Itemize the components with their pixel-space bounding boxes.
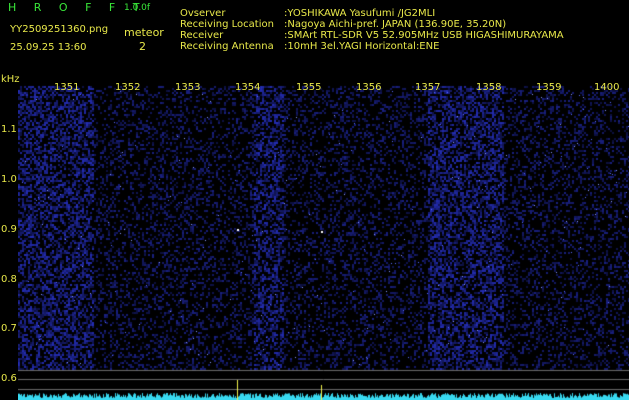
y-tick-label: 0.9 xyxy=(1,224,17,235)
x-tick-label: 1352 xyxy=(115,82,141,93)
x-tick-label: 1355 xyxy=(296,82,322,93)
x-tick-label: 1351 xyxy=(54,82,80,93)
x-tick-label: 1357 xyxy=(415,82,441,93)
file-datetime: 25.09.25 13:60 xyxy=(10,42,87,53)
meteor-count: 2 xyxy=(139,40,146,53)
y-tick-label: 1.1 xyxy=(1,124,17,135)
location-label: Receiving Location xyxy=(180,19,274,30)
info-values: :YOSHIKAWA Yasufumi /JG2MLI :Nagoya Aich… xyxy=(284,8,564,52)
x-tick-label: 1358 xyxy=(476,82,502,93)
antenna-value: :10mH 3el.YAGI Horizontal:ENE xyxy=(284,41,440,52)
x-tick-label: 1353 xyxy=(175,82,201,93)
x-tick-label: 1354 xyxy=(235,82,261,93)
x-tick-label: 1356 xyxy=(356,82,382,93)
file-name: YY2509251360.png xyxy=(10,24,109,35)
observer-label: Ovserver xyxy=(180,8,226,19)
receiver-label: Receiver xyxy=(180,30,224,41)
y-tick-label: 1.0 xyxy=(1,174,17,185)
x-tick-label: 1400 xyxy=(594,82,620,93)
info-labels: Ovserver Receiving Location Receiver Rec… xyxy=(180,8,274,52)
observer-value: :YOSHIKAWA Yasufumi /JG2MLI xyxy=(284,8,436,19)
y-axis-unit: kHz xyxy=(1,74,20,85)
antenna-label: Receiving Antenna xyxy=(180,41,274,52)
app-version: 1.0.0f xyxy=(124,3,151,13)
receiver-value: :SMArt RTL-SDR V5 52.905MHz USB HIGASHIM… xyxy=(284,30,564,41)
y-tick-label: 0.6 xyxy=(1,373,17,384)
y-tick-label: 0.7 xyxy=(1,323,17,334)
y-tick-label: 0.8 xyxy=(1,274,17,285)
mode-label: meteor xyxy=(124,26,164,39)
x-tick-label: 1359 xyxy=(536,82,562,93)
location-value: :Nagoya Aichi-pref. JAPAN (136.90E, 35.2… xyxy=(284,19,507,30)
hrofft-window: H R O F F T 1.0.0f YY2509251360.png 25.0… xyxy=(0,0,629,400)
spectrogram-plot xyxy=(18,78,629,400)
